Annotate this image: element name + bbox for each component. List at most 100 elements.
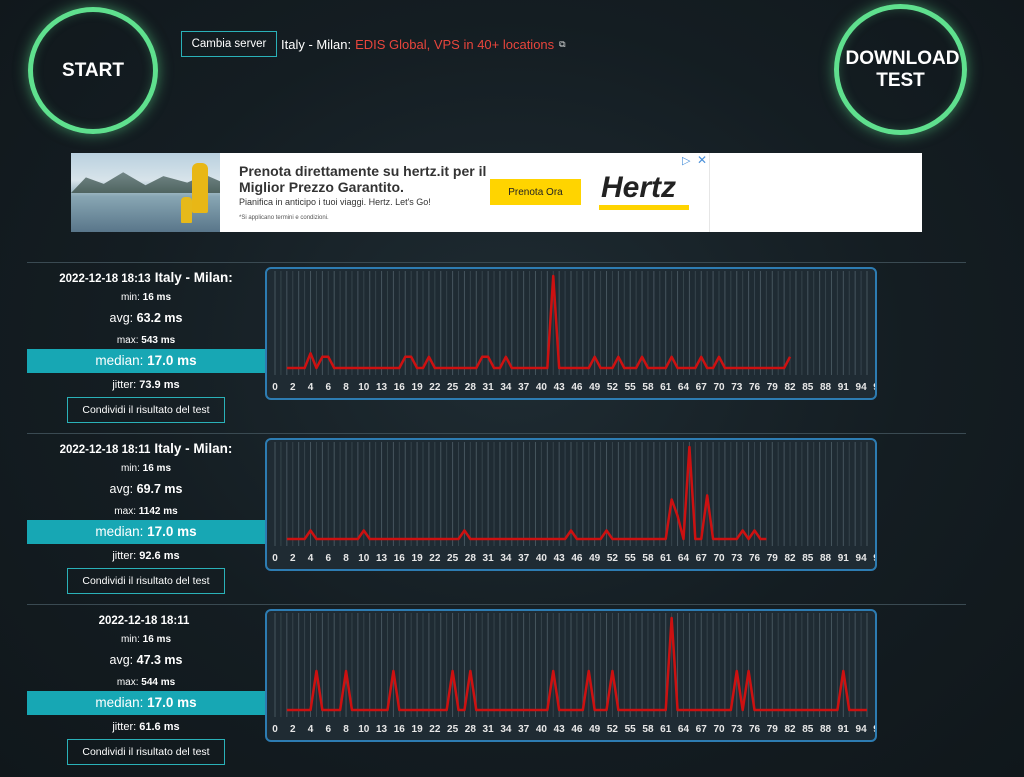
download-test-label: DOWNLOAD TEST [845, 47, 960, 91]
latency-chart-svg: 0 2 4 6 8 10 13 16 19 22 25 28 31 34 37 40 43 46 49 52 55 58 6… [272, 442, 875, 564]
x-tick-label: 2 [290, 382, 296, 393]
x-tick-label: 10 [358, 724, 370, 735]
x-tick-label: 19 [412, 724, 424, 735]
avg-stat: avg: 69.7 ms [27, 482, 265, 496]
x-tick-label: 22 [429, 724, 441, 735]
x-tick-label: 46 [571, 382, 583, 393]
x-tick-label: 28 [465, 724, 477, 735]
x-tick-label: 64 [678, 724, 690, 735]
x-tick-label: 4 [308, 553, 314, 564]
x-tick-label: 85 [802, 553, 814, 564]
download-test-button[interactable]: DOWNLOAD TEST [834, 4, 967, 135]
server-link[interactable]: EDIS Global, VPS in 40+ locations [355, 37, 554, 52]
max-label: max: [116, 677, 139, 688]
avg-stat: avg: 63.2 ms [27, 311, 265, 325]
max-stat: max: 543 ms [27, 335, 265, 346]
median-value: 17.0 ms [147, 524, 197, 539]
avg-value: 63.2 ms [136, 311, 183, 325]
median-label: median: [95, 524, 144, 539]
x-tick-label: 67 [696, 382, 708, 393]
x-tick-label: 67 [696, 724, 708, 735]
share-result-button[interactable]: Condividi il risultato del test [67, 568, 225, 594]
x-tick-label: 55 [625, 382, 637, 393]
share-result-button[interactable]: Condividi il risultato del test [67, 739, 225, 765]
jitter-label: jitter: [112, 550, 137, 562]
x-tick-label: 25 [447, 553, 459, 564]
min-label: min: [120, 463, 140, 474]
x-tick-label: 34 [500, 553, 512, 564]
latency-chart: 0 2 4 6 8 10 13 16 19 22 25 28 31 34 37 40 43 46 49 52 55 58 6… [265, 438, 877, 571]
latency-chart-svg: 0 2 4 6 8 10 13 16 19 22 25 28 31 34 37 40 43 46 49 52 55 58 6… [272, 613, 875, 735]
x-tick-label: 64 [678, 553, 690, 564]
x-tick-label: 97 [873, 724, 875, 735]
ad-fine-print: *Si applicano termini e condizioni. [239, 215, 329, 221]
change-server-button[interactable]: Cambia server [181, 31, 277, 57]
x-tick-label: 49 [589, 724, 601, 735]
x-tick-label: 94 [856, 553, 868, 564]
x-tick-label: 16 [394, 724, 406, 735]
min-stat: min: 16 ms [27, 292, 265, 303]
x-tick-label: 13 [376, 553, 388, 564]
x-tick-label: 49 [589, 553, 601, 564]
server-name: Italy - Milan: [281, 36, 352, 52]
max-value: 544 ms [141, 677, 176, 688]
x-tick-label: 8 [343, 724, 349, 735]
result-header: 2022-12-18 18:11 Italy - Milan: [27, 441, 265, 456]
median-label: median: [95, 353, 144, 368]
x-tick-label: 79 [767, 724, 779, 735]
ad-blank-area [709, 153, 922, 232]
x-tick-label: 91 [838, 382, 850, 393]
x-tick-label: 34 [500, 382, 512, 393]
max-value: 1142 ms [138, 506, 178, 517]
x-tick-label: 52 [607, 724, 619, 735]
x-tick-label: 2 [290, 724, 296, 735]
start-button[interactable]: START [28, 7, 158, 134]
x-tick-label: 25 [447, 724, 459, 735]
x-tick-label: 70 [713, 553, 725, 564]
jitter-value: 73.9 ms [139, 379, 180, 391]
avg-label: avg: [109, 311, 134, 325]
external-link-icon[interactable]: ⧉ [559, 39, 565, 50]
x-tick-label: 91 [838, 553, 850, 564]
x-tick-label: 16 [394, 553, 406, 564]
max-stat: max: 544 ms [27, 677, 265, 688]
x-tick-label: 70 [713, 724, 725, 735]
jitter-stat: jitter: 61.6 ms [27, 721, 265, 733]
close-icon[interactable]: ✕ [697, 153, 707, 167]
latency-chart-svg: 0 2 4 6 8 10 13 16 19 22 25 28 31 34 37 40 43 46 49 52 55 58 6… [272, 271, 875, 393]
x-tick-label: 76 [749, 382, 761, 393]
x-tick-label: 58 [642, 724, 654, 735]
max-label: max: [116, 335, 139, 346]
x-tick-label: 85 [802, 724, 814, 735]
x-tick-label: 94 [856, 382, 868, 393]
share-result-button[interactable]: Condividi il risultato del test [67, 397, 225, 423]
result-location: Italy - Milan: [154, 270, 233, 285]
result-date: 2022-12-18 18:11 [98, 615, 190, 627]
min-label: min: [120, 634, 140, 645]
ad-cta-button[interactable]: Prenota Ora [490, 179, 581, 205]
x-tick-label: 4 [308, 382, 314, 393]
x-tick-label: 43 [554, 553, 566, 564]
jitter-value: 61.6 ms [139, 721, 180, 733]
x-tick-label: 49 [589, 382, 601, 393]
x-tick-label: 28 [465, 553, 477, 564]
x-tick-label: 40 [536, 382, 548, 393]
x-tick-label: 88 [820, 553, 832, 564]
server-info: Cambia server Italy - Milan: EDIS Global… [181, 31, 566, 57]
hertz-ad-banner[interactable]: Prenota direttamente su hertz.it per il … [71, 153, 922, 232]
x-tick-label: 88 [820, 382, 832, 393]
result-header: 2022-12-18 18:11 [27, 612, 265, 627]
result-date: 2022-12-18 18:13 [59, 273, 151, 285]
result-location: Italy - Milan: [154, 441, 233, 456]
max-value: 543 ms [141, 335, 176, 346]
ad-choices-icon[interactable]: ▷ [682, 154, 690, 167]
x-tick-label: 4 [308, 724, 314, 735]
x-tick-label: 6 [325, 724, 331, 735]
x-tick-label: 73 [731, 724, 743, 735]
avg-label: avg: [109, 482, 134, 496]
result-block: 2022-12-18 18:13 Italy - Milan: min: 16 m… [27, 262, 966, 434]
min-value: 16 ms [142, 634, 172, 645]
avg-label: avg: [109, 653, 134, 667]
median-value: 17.0 ms [147, 353, 197, 368]
result-block: 2022-12-18 18:11 Italy - Milan: min: 16 m… [27, 433, 966, 605]
